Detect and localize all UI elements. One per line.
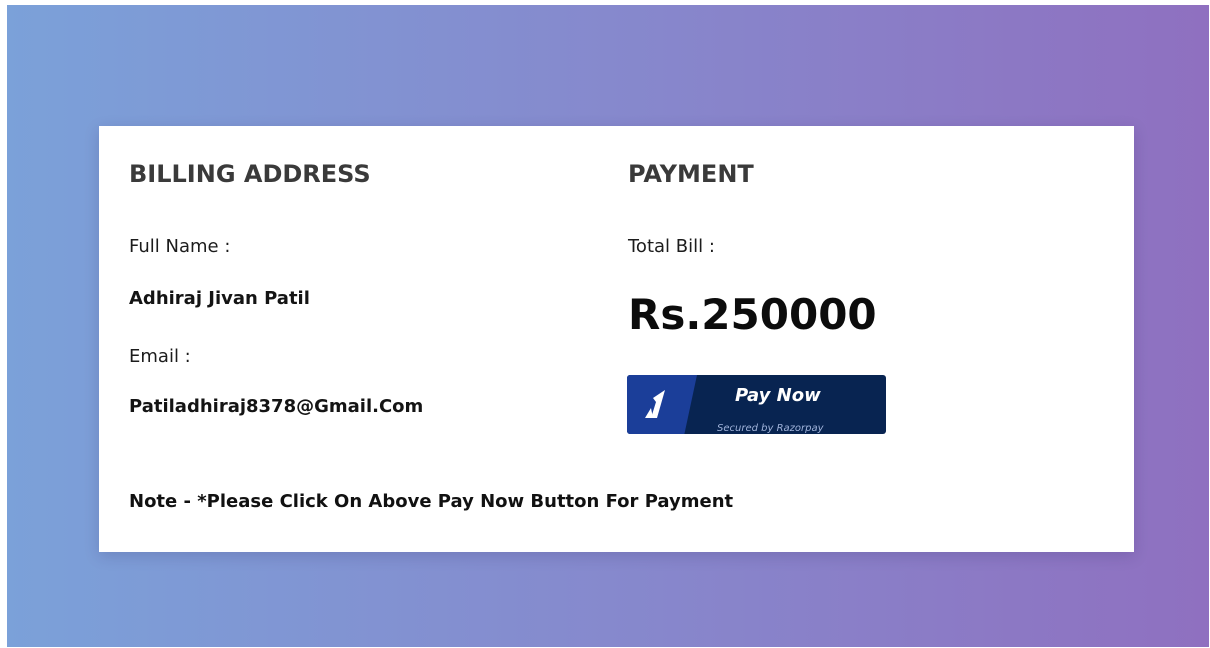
email-value: Patiladhiraj8378@Gmail.Com	[129, 396, 424, 417]
pay-now-button[interactable]: Pay Now Secured by Razorpay	[627, 375, 886, 434]
full-name-value: Adhiraj Jivan Patil	[129, 288, 310, 309]
secured-by-razorpay-text: Secured by Razorpay	[717, 423, 824, 434]
payment-heading: PAYMENT	[628, 160, 754, 188]
billing-address-heading: BILLING ADDRESS	[129, 160, 371, 188]
razorpay-icon	[645, 390, 665, 418]
email-label: Email :	[129, 346, 191, 367]
checkout-card: BILLING ADDRESS Full Name : Adhiraj Jiva…	[99, 126, 1134, 552]
total-bill-amount: Rs.250000	[628, 290, 877, 339]
full-name-label: Full Name :	[129, 236, 231, 257]
payment-note: Note - *Please Click On Above Pay Now Bu…	[129, 491, 734, 512]
total-bill-label: Total Bill :	[628, 236, 715, 257]
page-background: BILLING ADDRESS Full Name : Adhiraj Jiva…	[7, 5, 1209, 647]
pay-button-logo-panel	[627, 375, 697, 434]
pay-now-label: Pay Now	[735, 385, 821, 406]
